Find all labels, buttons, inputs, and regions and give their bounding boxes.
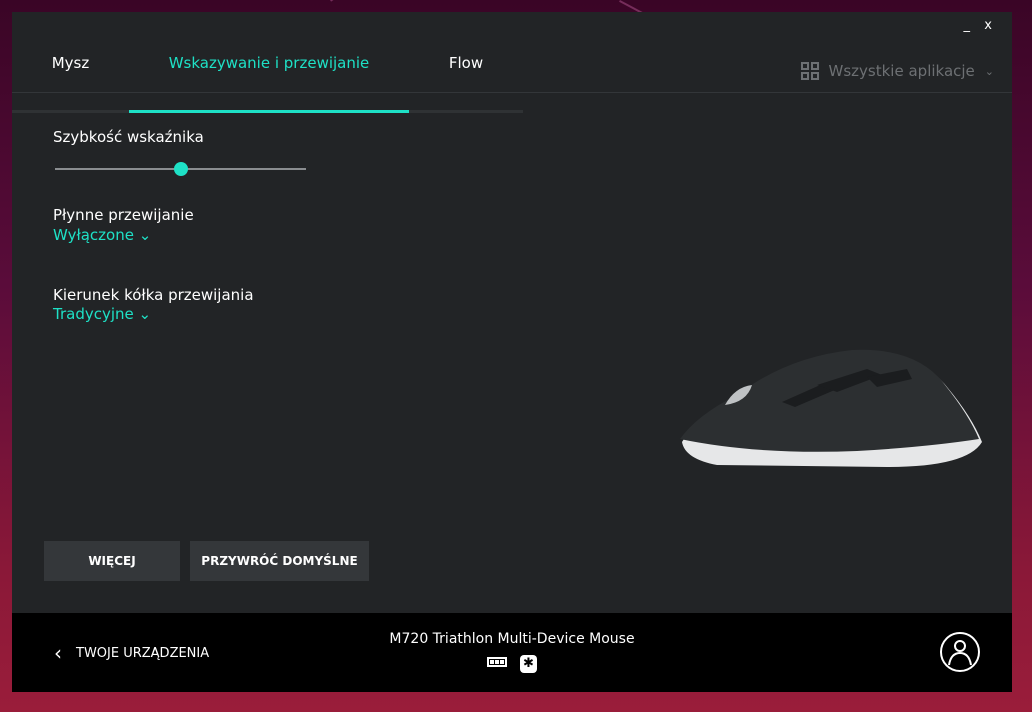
chevron-down-icon: ⌄ bbox=[138, 305, 152, 323]
back-to-devices-button[interactable]: ‹ TWOJE URZĄDZENIA bbox=[54, 641, 209, 665]
more-button[interactable]: WIĘCEJ bbox=[44, 541, 180, 581]
device-name: M720 Triathlon Multi-Device Mouse bbox=[389, 631, 635, 647]
dropdown-value: Tradycyjne bbox=[53, 305, 134, 323]
tab-label: Mysz bbox=[51, 54, 90, 72]
account-icon[interactable] bbox=[939, 631, 981, 673]
scroll-direction-dropdown[interactable]: Tradycyjne ⌄ bbox=[53, 305, 151, 323]
pointer-speed-slider[interactable] bbox=[55, 162, 306, 176]
dropdown-value: Wyłączone bbox=[53, 226, 134, 244]
battery-icon bbox=[487, 657, 507, 667]
footer: ‹ TWOJE URZĄDZENIA M720 Triathlon Multi-… bbox=[12, 613, 1012, 692]
app-window: _ x Mysz Wskazywanie i przewijanie Flow … bbox=[12, 12, 1012, 692]
app-selector[interactable]: Wszystkie aplikacje ⌄ bbox=[800, 62, 994, 80]
chevron-down-icon: ⌄ bbox=[138, 226, 152, 244]
pointer-speed-label: Szybkość wskaźnika bbox=[53, 128, 204, 146]
tab-indicator-active bbox=[129, 110, 409, 113]
tab-label: Flow bbox=[448, 54, 484, 72]
tab-indicator bbox=[12, 110, 129, 113]
tab-mouse[interactable]: Mysz bbox=[12, 52, 129, 113]
restore-defaults-button[interactable]: PRZYWRÓĆ DOMYŚLNE bbox=[190, 541, 369, 581]
chevron-left-icon: ‹ bbox=[54, 641, 62, 665]
background-decoration bbox=[330, 0, 577, 2]
unifying-receiver-icon: ✱ bbox=[520, 655, 537, 673]
slider-thumb[interactable] bbox=[173, 162, 188, 176]
chevron-down-icon: ⌄ bbox=[984, 64, 994, 78]
scroll-direction-label: Kierunek kółka przewijania bbox=[53, 286, 254, 304]
smooth-scrolling-label: Płynne przewijanie bbox=[53, 206, 194, 224]
tab-indicator bbox=[409, 110, 523, 113]
mouse-image bbox=[680, 349, 982, 467]
back-label: TWOJE URZĄDZENIA bbox=[76, 645, 210, 661]
minimize-button[interactable]: _ bbox=[964, 18, 971, 33]
tab-label: Wskazywanie i przewijanie bbox=[168, 54, 370, 72]
smooth-scrolling-dropdown[interactable]: Wyłączone ⌄ bbox=[53, 226, 151, 244]
app-selector-label: Wszystkie aplikacje bbox=[828, 62, 975, 80]
tab-bar: Mysz Wskazywanie i przewijanie Flow Wszy… bbox=[12, 52, 1012, 113]
grid-icon bbox=[800, 62, 819, 80]
close-button[interactable]: x bbox=[984, 18, 992, 33]
tab-flow[interactable]: Flow bbox=[409, 52, 523, 113]
tab-pointing-scrolling[interactable]: Wskazywanie i przewijanie bbox=[129, 52, 409, 113]
